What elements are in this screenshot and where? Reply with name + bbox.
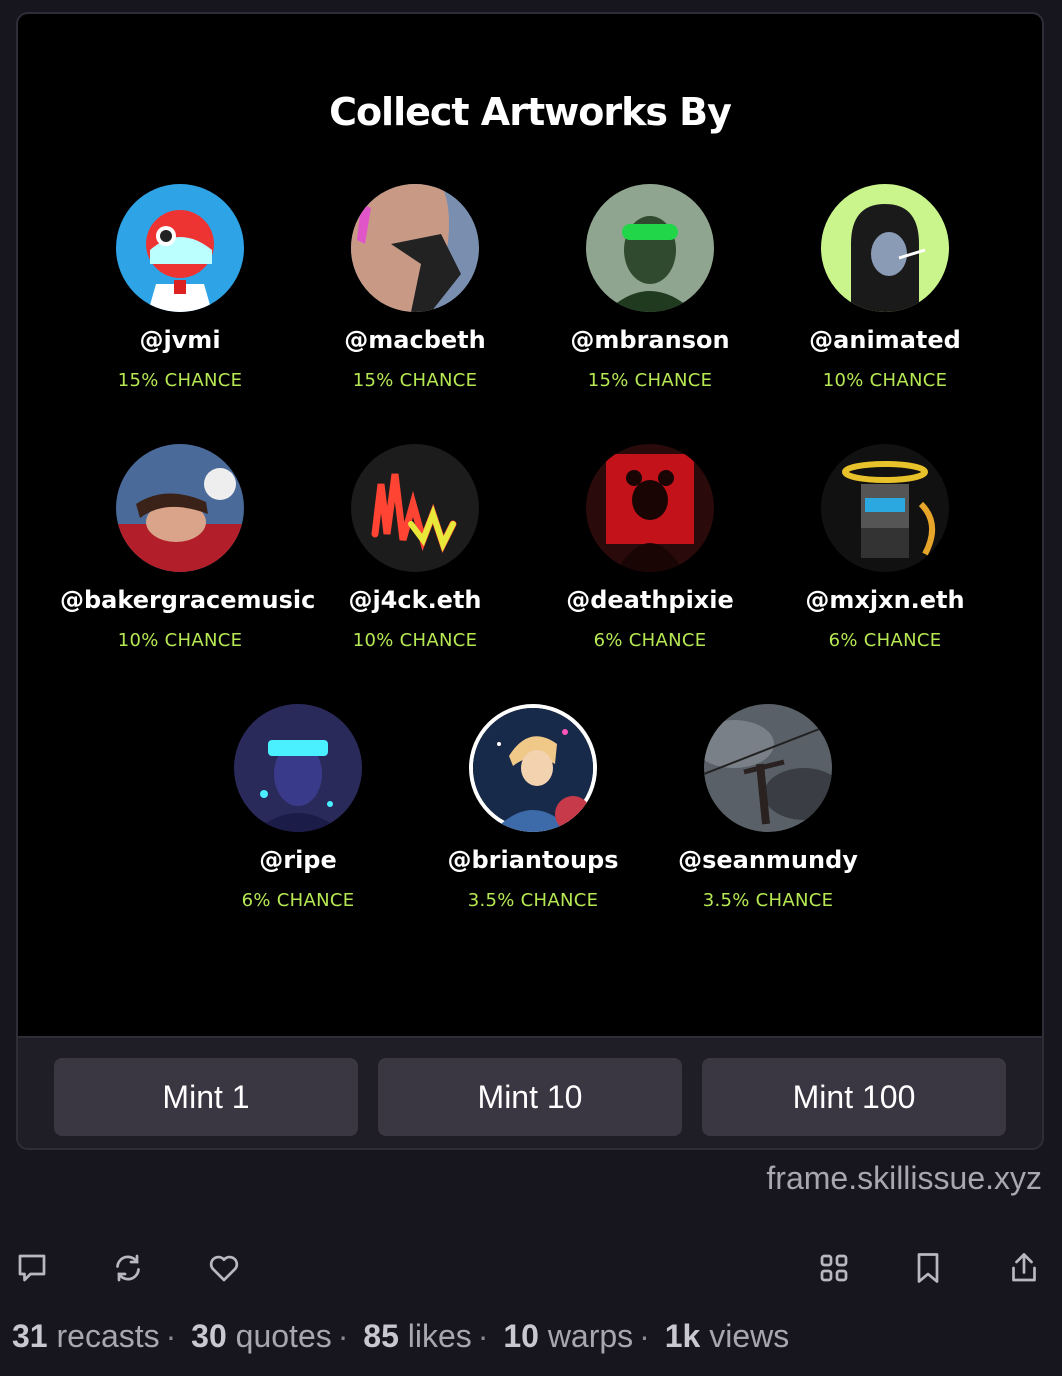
comment-icon[interactable] (14, 1250, 50, 1286)
frame-buttons: Mint 1 Mint 10 Mint 100 (18, 1036, 1042, 1148)
mint-10-button[interactable]: Mint 10 (378, 1058, 682, 1136)
avatar (351, 184, 479, 312)
artist-card: @animated 10% CHANCE (765, 184, 1005, 391)
artist-card: @ripe 6% CHANCE (178, 704, 418, 911)
bookmark-icon[interactable] (910, 1250, 946, 1286)
share-icon[interactable] (1006, 1250, 1042, 1286)
quotes-stat[interactable]: 30 quotes (191, 1318, 332, 1354)
avatar (586, 444, 714, 572)
artist-handle: @jvmi (139, 326, 221, 354)
avatar (234, 704, 362, 832)
recast-icon[interactable] (110, 1250, 146, 1286)
artist-card: @deathpixie 6% CHANCE (530, 444, 770, 651)
warps-stat[interactable]: 10 warps (503, 1318, 633, 1354)
frame-title: Collect Artworks By (329, 90, 732, 134)
artist-handle: @briantoups (447, 846, 619, 874)
artist-handle: @animated (809, 326, 961, 354)
avatar (116, 184, 244, 312)
artist-chance: 15% CHANCE (352, 370, 478, 391)
frame-image[interactable]: Collect Artworks By @jvmi 15% CHANCE @ma… (18, 14, 1042, 1036)
artist-card: @briantoups 3.5% CHANCE (413, 704, 653, 911)
avatar (586, 184, 714, 312)
avatar (821, 444, 949, 572)
artist-handle: @bakergracemusic (60, 586, 316, 614)
avatar (704, 704, 832, 832)
artist-chance: 6% CHANCE (828, 630, 942, 651)
artist-handle: @j4ck.eth (348, 586, 482, 614)
mint-100-button[interactable]: Mint 100 (702, 1058, 1006, 1136)
artist-chance: 6% CHANCE (241, 890, 355, 911)
frame-card: Collect Artworks By @jvmi 15% CHANCE @ma… (16, 12, 1044, 1150)
artist-card: @seanmundy 3.5% CHANCE (648, 704, 888, 911)
artist-handle: @mbranson (570, 326, 730, 354)
artist-card: @mbranson 15% CHANCE (530, 184, 770, 391)
artist-handle: @macbeth (344, 326, 486, 354)
artist-handle: @deathpixie (566, 586, 734, 614)
artist-chance: 3.5% CHANCE (702, 890, 834, 911)
avatar (821, 184, 949, 312)
artist-handle: @ripe (259, 846, 337, 874)
artist-chance: 15% CHANCE (117, 370, 243, 391)
artist-chance: 6% CHANCE (593, 630, 707, 651)
like-icon[interactable] (206, 1250, 242, 1286)
recasts-stat[interactable]: 31 recasts (12, 1318, 160, 1354)
likes-stat[interactable]: 85 likes (363, 1318, 472, 1354)
mint-1-button[interactable]: Mint 1 (54, 1058, 358, 1136)
artist-card: @mxjxn.eth 6% CHANCE (765, 444, 1005, 651)
artist-card: @macbeth 15% CHANCE (295, 184, 535, 391)
artist-chance: 10% CHANCE (352, 630, 478, 651)
artist-chance: 3.5% CHANCE (467, 890, 599, 911)
artist-card: @bakergracemusic 10% CHANCE (60, 444, 316, 651)
artist-handle: @mxjxn.eth (805, 586, 965, 614)
avatar (116, 444, 244, 572)
engagement-stats: 31 recasts · 30 quotes · 85 likes · 10 warp… (12, 1318, 790, 1354)
views-stat: 1k views (664, 1318, 790, 1354)
artist-handle: @seanmundy (678, 846, 858, 874)
artist-chance: 10% CHANCE (117, 630, 243, 651)
artist-chance: 10% CHANCE (822, 370, 948, 391)
artist-card: @j4ck.eth 10% CHANCE (295, 444, 535, 651)
avatar (351, 444, 479, 572)
artist-chance: 15% CHANCE (587, 370, 713, 391)
grid-icon[interactable] (816, 1250, 852, 1286)
artist-card: @jvmi 15% CHANCE (60, 184, 300, 391)
frame-domain-link[interactable]: frame.skillissue.xyz (766, 1160, 1042, 1197)
avatar (469, 704, 597, 832)
